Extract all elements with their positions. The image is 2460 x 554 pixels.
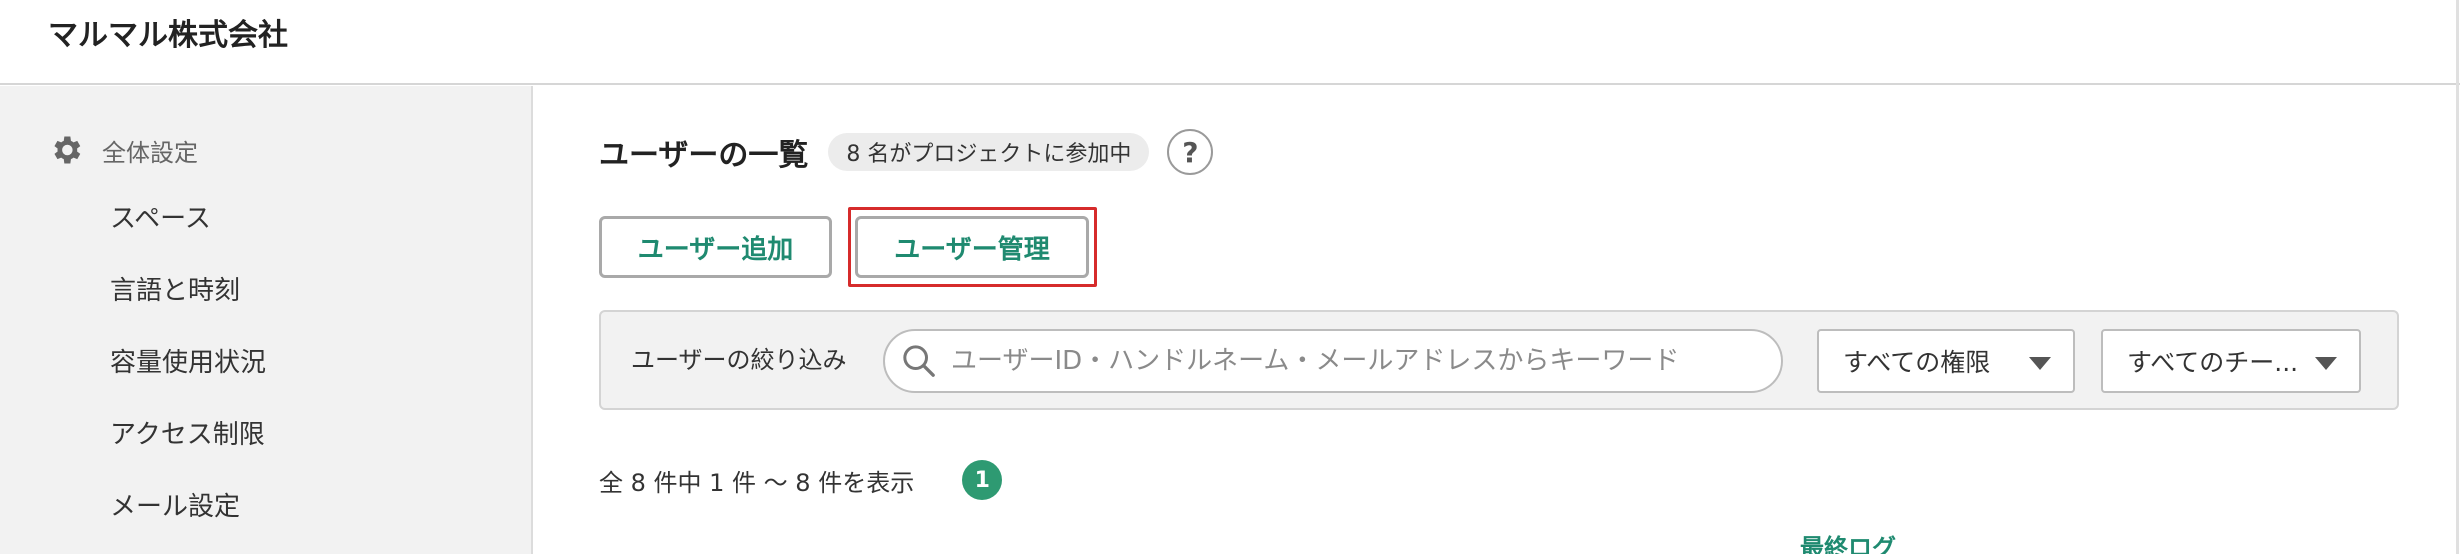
- member-count-badge: 8 名がプロジェクトに参加中: [828, 133, 1150, 171]
- chevron-down-icon: [2029, 357, 2051, 370]
- page-title: ユーザーの一覧: [599, 138, 809, 173]
- sidebar-item-language-time[interactable]: 言語と時刻: [110, 273, 240, 309]
- role-select[interactable]: すべての権限: [1817, 329, 2075, 393]
- sidebar-section-header: 全体設定: [48, 130, 198, 170]
- sidebar-item-access-restriction[interactable]: アクセス制限: [110, 417, 265, 453]
- pagination-page-1[interactable]: 1: [962, 460, 1003, 500]
- company-name: マルマル株式会社: [48, 18, 288, 53]
- user-filter-panel: ユーザーの絞り込み すべての権限 すべてのチー...: [599, 310, 2399, 410]
- chevron-down-icon: [2315, 357, 2337, 370]
- sidebar: 全体設定 スペース 言語と時刻 容量使用状況 アクセス制限 メール設定: [0, 86, 533, 554]
- title-row: ユーザーの一覧 8 名がプロジェクトに参加中 ?: [599, 129, 1214, 175]
- sidebar-item-mail-settings[interactable]: メール設定: [110, 489, 240, 525]
- help-button[interactable]: ?: [1167, 129, 1214, 175]
- sidebar-section-title: 全体設定: [102, 138, 198, 167]
- role-select-value: すべての権限: [1843, 348, 1991, 377]
- gear-icon: [54, 136, 81, 164]
- main-content: ユーザーの一覧 8 名がプロジェクトに参加中 ? ユーザー追加 ユーザー管理 ユ…: [535, 86, 2456, 554]
- column-header-last-login[interactable]: 最終ログ: [1800, 528, 1896, 554]
- filter-label: ユーザーの絞り込み: [631, 346, 847, 374]
- highlight-box: [848, 207, 1097, 287]
- result-summary: 全 8 件中 1 件 〜 8 件を表示: [599, 468, 915, 497]
- search-input[interactable]: [951, 346, 1771, 376]
- team-select[interactable]: すべてのチー...: [2101, 329, 2361, 393]
- sidebar-item-storage-usage[interactable]: 容量使用状況: [110, 345, 266, 381]
- search-icon: [903, 345, 935, 377]
- search-box[interactable]: [883, 329, 1783, 393]
- team-select-value: すべてのチー...: [2127, 348, 2299, 377]
- top-header: マルマル株式会社: [0, 0, 2460, 85]
- add-user-button[interactable]: ユーザー追加: [599, 216, 832, 278]
- result-row: 全 8 件中 1 件 〜 8 件を表示 1: [599, 458, 1003, 502]
- window-edge: [2456, 0, 2459, 554]
- sidebar-item-space[interactable]: スペース: [110, 201, 211, 237]
